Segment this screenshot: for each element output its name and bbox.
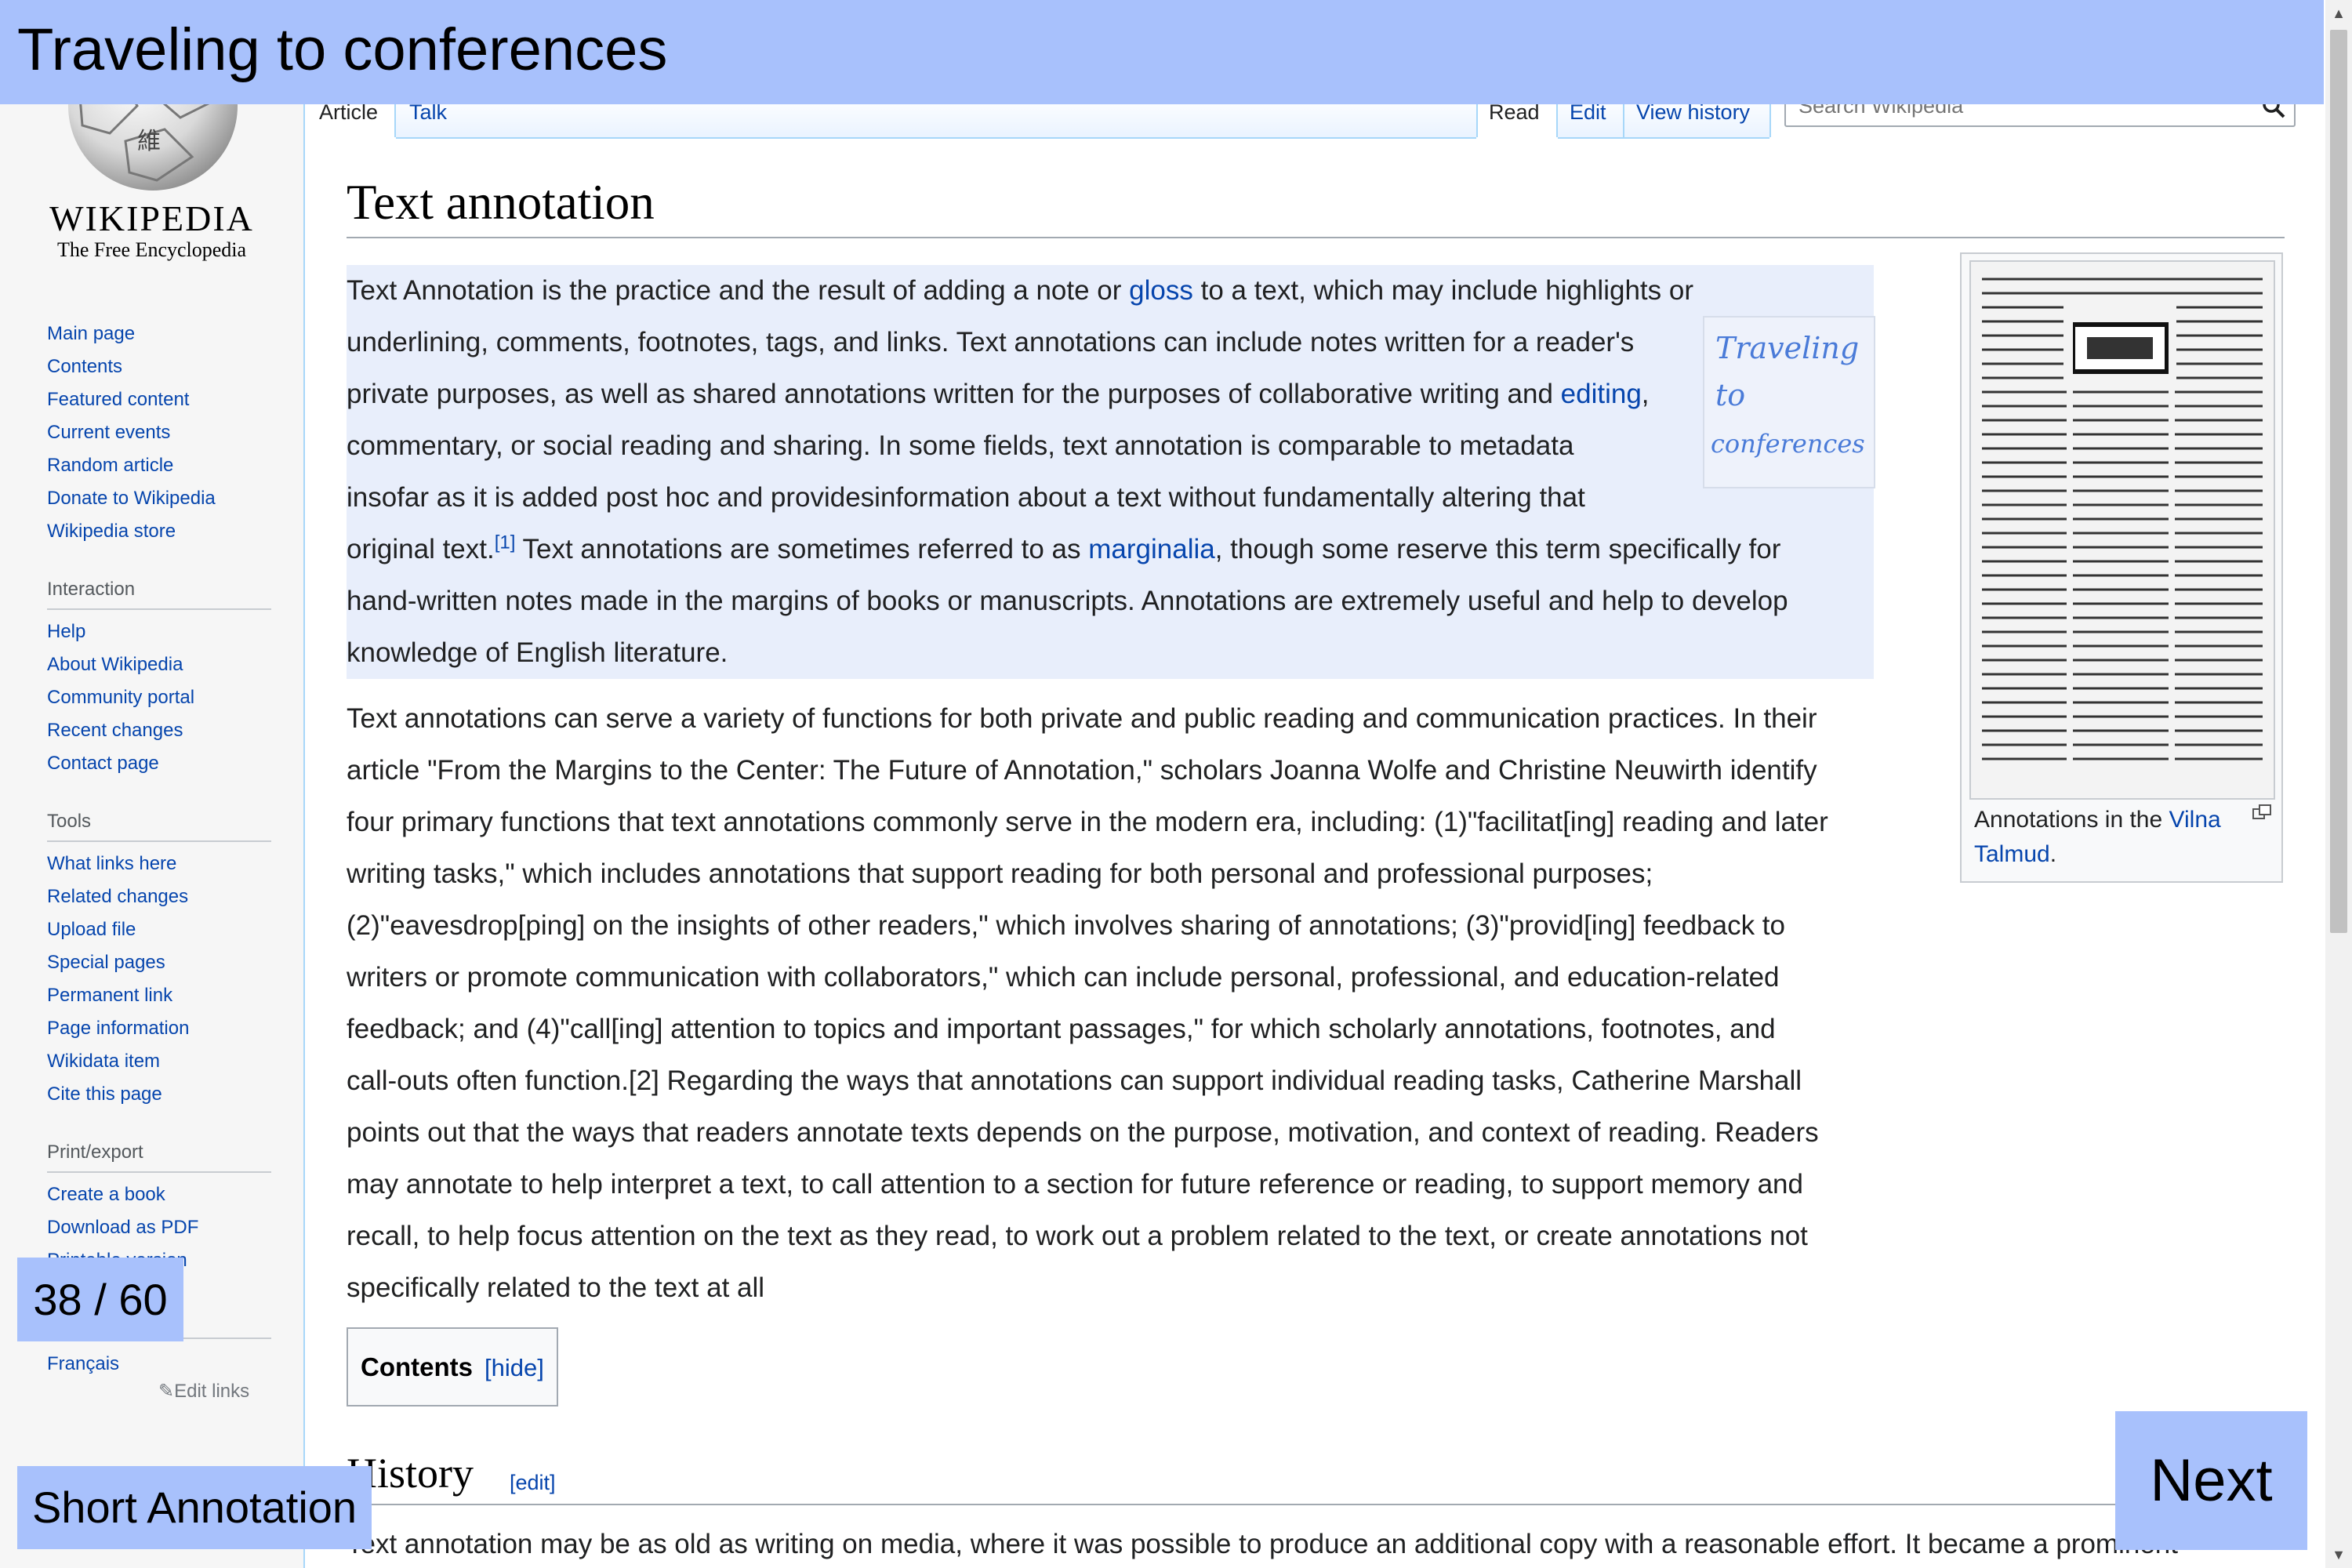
paragraph-history: Text annotation may be as old as writing… — [347, 1529, 2178, 1559]
toc-hide-link[interactable]: [hide] — [485, 1354, 544, 1382]
short-annotation-button[interactable]: Short Annotation — [17, 1466, 372, 1549]
scrollbar-thumb[interactable] — [2330, 30, 2347, 933]
nav-create-book[interactable]: Create a book — [47, 1184, 165, 1206]
nav-divider — [47, 840, 271, 842]
paragraph-intro: Text Annotation is the practice and the … — [347, 275, 1788, 668]
scroll-down-arrow-icon[interactable]: ▼ — [2330, 1546, 2347, 1563]
nav-divider — [47, 1171, 271, 1173]
nav-featured-content[interactable]: Featured content — [47, 389, 189, 411]
nav-store[interactable]: Wikipedia store — [47, 521, 176, 543]
handwritten-word: Traveling — [1715, 331, 1859, 365]
nav-recent-changes[interactable]: Recent changes — [47, 720, 183, 742]
link-editing[interactable]: editing — [1561, 379, 1642, 409]
pencil-icon: ✎ — [158, 1381, 175, 1402]
svg-text:維: 維 — [137, 128, 161, 155]
edit-links[interactable]: ✎Edit links — [158, 1380, 249, 1403]
nav-community-portal[interactable]: Community portal — [47, 687, 194, 709]
page-counter: 38 / 60 — [17, 1258, 183, 1341]
nav-permanent-link[interactable]: Permanent link — [47, 985, 172, 1007]
nav-contact-page[interactable]: Contact page — [47, 753, 159, 775]
nav-special-pages[interactable]: Special pages — [47, 952, 165, 974]
nav-main-page[interactable]: Main page — [47, 323, 135, 345]
talmud-page-drawing — [1971, 262, 2274, 798]
enlarge-icon[interactable] — [2252, 803, 2274, 825]
nav-related-changes[interactable]: Related changes — [47, 886, 188, 908]
next-button[interactable]: Next — [2115, 1411, 2307, 1550]
table-of-contents: Contents [hide] — [347, 1327, 558, 1406]
nav-heading-tools: Tools — [47, 811, 92, 832]
vertical-scrollbar[interactable]: ▲ ▼ — [2325, 0, 2352, 1568]
nav-page-information[interactable]: Page information — [47, 1018, 189, 1040]
nav-wikidata-item[interactable]: Wikidata item — [47, 1051, 160, 1073]
section-edit-link[interactable]: [edit] — [510, 1471, 556, 1495]
title-divider — [347, 237, 2285, 238]
handwritten-word: conferences — [1711, 429, 1865, 459]
edit-links-label: Edit links — [174, 1381, 250, 1402]
toc-title: Contents — [361, 1352, 473, 1381]
paragraph-functions: Text annotations can serve a variety of … — [347, 703, 1828, 1303]
thumbnail-figure: Annotations in the Vilna Talmud. — [1960, 252, 2283, 883]
nav-about[interactable]: About Wikipedia — [47, 654, 183, 676]
talmud-page-image[interactable] — [1969, 260, 2275, 800]
nav-current-events[interactable]: Current events — [47, 422, 170, 444]
nav-contents[interactable]: Contents — [47, 356, 122, 378]
nav-upload-file[interactable]: Upload file — [47, 919, 136, 941]
nav-download-pdf[interactable]: Download as PDF — [47, 1217, 198, 1239]
reference-link-1[interactable]: [1] — [495, 532, 516, 553]
nav-divider — [47, 608, 271, 610]
nav-heading-interaction: Interaction — [47, 579, 136, 600]
link-gloss[interactable]: gloss — [1129, 275, 1193, 306]
nav-random-article[interactable]: Random article — [47, 455, 173, 477]
page-title: Text annotation — [347, 175, 655, 230]
link-marginalia[interactable]: marginalia — [1088, 534, 1214, 564]
nav-what-links-here[interactable]: What links here — [47, 853, 176, 875]
section-divider — [347, 1504, 2285, 1505]
nav-help[interactable]: Help — [47, 621, 85, 643]
handwriting-drawing: Traveling to conferences — [1711, 331, 1865, 459]
wikipedia-tagline: The Free Encyclopedia — [56, 238, 247, 261]
nav-language-francais[interactable]: Français — [47, 1353, 119, 1375]
nav-donate[interactable]: Donate to Wikipedia — [47, 488, 216, 510]
annotation-title-bar: Traveling to conferences — [0, 0, 2324, 104]
handwritten-word: to — [1715, 378, 1745, 412]
annotation-title: Traveling to conferences — [17, 16, 668, 83]
scroll-up-arrow-icon[interactable]: ▲ — [2330, 5, 2347, 22]
nav-cite-this-page[interactable]: Cite this page — [47, 1083, 162, 1105]
handwritten-annotation-note[interactable]: Traveling to conferences — [1703, 316, 1875, 488]
wikipedia-wordmark: WIKIPEDIA — [49, 198, 254, 238]
nav-heading-print-export: Print/export — [47, 1142, 143, 1163]
thumbnail-caption: Annotations in the Vilna Talmud. — [1974, 807, 2221, 867]
